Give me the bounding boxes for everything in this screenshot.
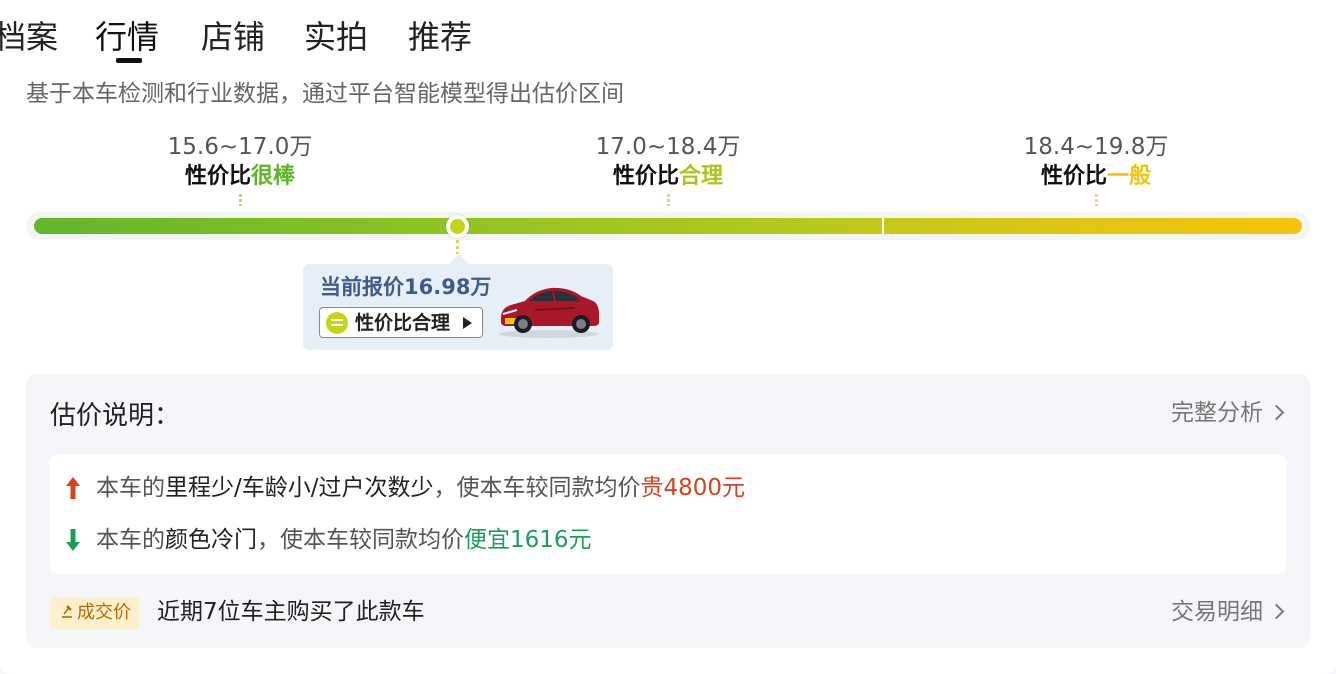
estimate-explanation-panel: 估价说明： 完整分析 本车的里程少/车龄小/过户次数少，使本车较同款均价贵480… — [26, 374, 1310, 648]
range-label-prefix: 性价比 — [1040, 164, 1107, 189]
transaction-details-label: 交易明细 — [1171, 599, 1263, 625]
range-rating: 一般 — [1107, 164, 1152, 189]
tab-recommend[interactable]: 推荐 — [408, 14, 472, 60]
value-rating-button[interactable]: 性价比合理 — [319, 307, 483, 338]
tab-archive[interactable]: 档案 — [0, 14, 58, 60]
chevron-right-icon — [1268, 404, 1285, 421]
deal-price-tag: 成交价 — [50, 597, 139, 629]
tab-store[interactable]: 店铺 — [201, 14, 265, 60]
factor-prefix: 本车的 — [96, 527, 165, 553]
hammer-icon — [62, 605, 72, 618]
range-price: 17.0~18.4万 — [595, 134, 741, 160]
estimate-subtitle: 基于本车检测和行业数据，通过平台智能模型得出估价区间 — [26, 81, 624, 107]
factor-effect: 贵4800元 — [640, 475, 746, 501]
recent-deals-text: 近期7位车主购买了此款车 — [157, 599, 425, 625]
price-range-great: 15.6~17.0万 性价比很棒 — [140, 132, 340, 206]
explanation-title: 估价说明： — [50, 401, 181, 431]
balance-icon — [326, 312, 348, 334]
current-price-marker — [446, 215, 469, 238]
range-rating: 很棒 — [251, 164, 296, 189]
price-range-fair: 17.0~18.4万 性价比合理 — [568, 132, 768, 206]
price-gradient-bar — [34, 218, 1302, 234]
tab-photos[interactable]: 实拍 — [304, 14, 368, 60]
factor-effect: 便宜1616元 — [464, 527, 592, 553]
factor-list: 本车的里程少/车龄小/过户次数少，使本车较同款均价贵4800元 本车的颜色冷门，… — [50, 454, 1286, 574]
range-rating: 合理 — [679, 164, 724, 189]
current-quote-text: 当前报价16.98万 — [320, 275, 492, 299]
range-dots — [238, 194, 242, 206]
factor-name: 里程少/车龄小/过户次数少 — [165, 475, 434, 501]
factor-middle: ，使本车较同款均价 — [433, 475, 641, 501]
price-range-average: 18.4~19.8万 性价比一般 — [996, 132, 1196, 206]
factor-middle: ，使本车较同款均价 — [257, 527, 464, 553]
market-card: 档案 行情 店铺 实拍 推荐 基于本车检测和行业数据，通过平台智能模型得出估价区… — [0, 0, 1336, 674]
active-tab-indicator — [116, 58, 142, 63]
range-label-prefix: 性价比 — [184, 164, 251, 189]
range-dots — [666, 194, 670, 206]
deal-tag-label: 成交价 — [77, 602, 131, 623]
factor-item-down: 本车的颜色冷门，使本车较同款均价便宜1616元 — [96, 524, 592, 556]
range-price: 18.4~19.8万 — [1023, 134, 1169, 160]
range-label: 性价比一般 — [996, 162, 1196, 192]
range-dots — [1094, 194, 1098, 206]
full-analysis-link[interactable]: 完整分析 — [1171, 398, 1285, 428]
factor-item-up: 本车的里程少/车龄小/过户次数少，使本车较同款均价贵4800元 — [96, 472, 745, 504]
range-label-prefix: 性价比 — [612, 164, 679, 189]
transaction-details-link[interactable]: 交易明细 — [1171, 596, 1285, 628]
range-label: 性价比合理 — [568, 162, 768, 192]
play-arrow-icon — [463, 317, 472, 329]
chevron-right-icon — [1268, 603, 1285, 620]
current-quote-popup: 当前报价16.98万 性价比合理 — [303, 254, 613, 350]
arrow-up-icon — [66, 477, 80, 499]
factor-prefix: 本车的 — [96, 475, 165, 501]
full-analysis-label: 完整分析 — [1171, 400, 1263, 426]
marker-dots — [456, 240, 459, 254]
tab-market[interactable]: 行情 — [95, 14, 159, 60]
range-price: 15.6~17.0万 — [167, 134, 313, 160]
bar-divider — [882, 216, 884, 236]
factor-name: 颜色冷门 — [165, 527, 257, 553]
car-image — [499, 287, 599, 338]
arrow-down-icon — [66, 529, 80, 551]
value-rating-label: 性价比合理 — [355, 312, 451, 334]
range-label: 性价比很棒 — [140, 162, 340, 192]
